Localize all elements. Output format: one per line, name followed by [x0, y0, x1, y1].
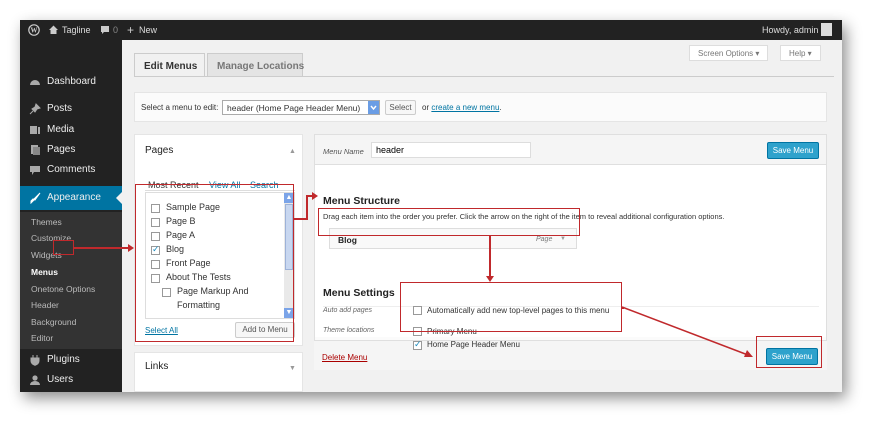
- help-button[interactable]: Help ▾: [780, 45, 821, 61]
- annotation-line: [74, 247, 128, 249]
- sidebar-item-label: Appearance: [47, 192, 101, 203]
- sidebar-item-users[interactable]: Users: [20, 370, 122, 390]
- menu-name-input[interactable]: header: [371, 142, 531, 158]
- sidebar-item-posts[interactable]: Posts: [20, 99, 122, 119]
- svg-text:W: W: [31, 27, 38, 35]
- sidebar-item-plugins[interactable]: Plugins: [20, 350, 122, 370]
- site-name-link[interactable]: Tagline: [62, 25, 91, 35]
- annotation-menus-box: [53, 240, 74, 255]
- sidebar-item-dashboard[interactable]: Dashboard: [20, 72, 122, 92]
- annotation-pages-box: [135, 184, 294, 342]
- pages-icon: [29, 144, 41, 156]
- menu-item-title: Blog: [338, 235, 357, 245]
- sidebar-item-label: Media: [47, 124, 75, 135]
- period: .: [499, 103, 502, 112]
- home-header-menu-label: Home Page Header Menu: [427, 340, 520, 349]
- collapse-arrow-icon[interactable]: ▲: [289, 148, 296, 155]
- expand-item-arrow-icon[interactable]: ▼: [560, 236, 566, 242]
- pin-icon: [29, 103, 41, 115]
- new-content-link[interactable]: New: [139, 25, 157, 35]
- menu-structure-title: Menu Structure: [323, 195, 401, 207]
- wp-admin-window: W Tagline 0 + New Howdy, admin Dashboard…: [20, 20, 842, 392]
- sidebar-item-label: Users: [47, 374, 74, 385]
- theme-locations-label: Theme locations: [323, 327, 375, 334]
- submenu-background[interactable]: Background: [20, 314, 122, 330]
- submenu-themes[interactable]: Themes: [20, 214, 122, 230]
- annotation-menu-item-box: [318, 208, 580, 236]
- media-icon: [29, 124, 41, 136]
- submenu-label: Themes: [31, 217, 62, 227]
- annotation-line: [306, 195, 308, 220]
- tab-divider: [134, 76, 834, 77]
- user-icon: [29, 374, 41, 386]
- save-menu-button-top[interactable]: Save Menu: [767, 142, 819, 159]
- sidebar-item-comments[interactable]: Comments: [20, 160, 122, 180]
- brush-icon: [29, 192, 41, 205]
- links-title: Links: [145, 361, 169, 372]
- home-icon[interactable]: [48, 24, 59, 35]
- sidebar-item-label: Plugins: [47, 354, 80, 365]
- sidebar-item-label: Comments: [47, 164, 96, 175]
- auto-add-label: Auto add pages: [323, 307, 373, 314]
- annotation-line: [294, 218, 306, 220]
- howdy-user[interactable]: Howdy, admin: [762, 25, 818, 35]
- tab-manage-locations[interactable]: Manage Locations: [207, 53, 304, 77]
- annotation-save-box: [756, 336, 822, 368]
- sidebar-item-media[interactable]: Media: [20, 120, 122, 140]
- delete-menu-link[interactable]: Delete Menu: [322, 353, 367, 362]
- screen-options-button[interactable]: Screen Options ▾: [689, 45, 769, 61]
- comment-icon: [29, 164, 41, 176]
- expand-arrow-icon[interactable]: ▼: [289, 365, 296, 372]
- avatar[interactable]: [821, 23, 832, 36]
- menu-select-dropdown[interactable]: header (Home Page Header Menu): [222, 100, 380, 115]
- menu-header: Menu Name header Save Menu: [315, 135, 826, 165]
- admin-bar: W Tagline 0 + New Howdy, admin: [20, 20, 842, 40]
- comment-bubble-icon[interactable]: [100, 24, 110, 35]
- annotation-arrow: [312, 192, 318, 200]
- select-menu-label: Select a menu to edit:: [141, 103, 219, 112]
- sidebar-item-label: Posts: [47, 103, 73, 114]
- dashboard-icon: [29, 76, 41, 88]
- create-new-menu-link[interactable]: create a new menu: [431, 103, 499, 112]
- comments-count[interactable]: 0: [113, 25, 118, 35]
- menu-name-label: Menu Name: [323, 147, 364, 156]
- menu-item-type: Page: [536, 236, 553, 243]
- admin-sidebar: Dashboard Posts Media Pages Comments App…: [20, 40, 122, 392]
- annotation-arrow: [128, 244, 134, 252]
- sidebar-item-label: Dashboard: [47, 76, 96, 87]
- sidebar-item-appearance[interactable]: Appearance: [20, 186, 122, 210]
- sidebar-item-label: Pages: [47, 144, 76, 155]
- plug-icon: [29, 354, 41, 366]
- select-button[interactable]: Select: [385, 100, 416, 115]
- menu-settings-title: Menu Settings: [323, 287, 395, 299]
- menu-select-value: header (Home Page Header Menu): [227, 103, 361, 113]
- chevron-down-icon[interactable]: [368, 101, 379, 114]
- submenu-editor[interactable]: Editor: [20, 330, 122, 346]
- select-menu-bar: Select a menu to edit: header (Home Page…: [134, 92, 827, 122]
- or-label: or: [422, 103, 430, 112]
- wordpress-logo-icon[interactable]: W: [28, 24, 40, 36]
- sidebar-item-pages[interactable]: Pages: [20, 140, 122, 160]
- submenu-label: Header: [31, 300, 59, 310]
- current-pointer: [116, 192, 122, 204]
- submenu-menus[interactable]: Menus: [20, 264, 122, 280]
- links-metabox[interactable]: Links ▼: [134, 352, 303, 392]
- annotation-diagonal-arrow: [621, 306, 753, 357]
- home-header-menu-checkbox[interactable]: [413, 339, 422, 350]
- submenu-label: Menus: [31, 267, 58, 277]
- submenu-onetone-options[interactable]: Onetone Options: [20, 281, 122, 297]
- annotation-settings-box: [400, 282, 622, 332]
- annotation-line: [489, 236, 491, 276]
- pages-title: Pages: [145, 145, 174, 156]
- submenu-header[interactable]: Header: [20, 297, 122, 313]
- submenu-label: Background: [31, 317, 77, 327]
- plus-icon[interactable]: +: [127, 23, 134, 37]
- or-text: or create a new menu.: [422, 103, 502, 112]
- submenu-label: Editor: [31, 333, 54, 343]
- tab-edit-menus[interactable]: Edit Menus: [134, 53, 205, 77]
- submenu-label: Onetone Options: [31, 284, 96, 294]
